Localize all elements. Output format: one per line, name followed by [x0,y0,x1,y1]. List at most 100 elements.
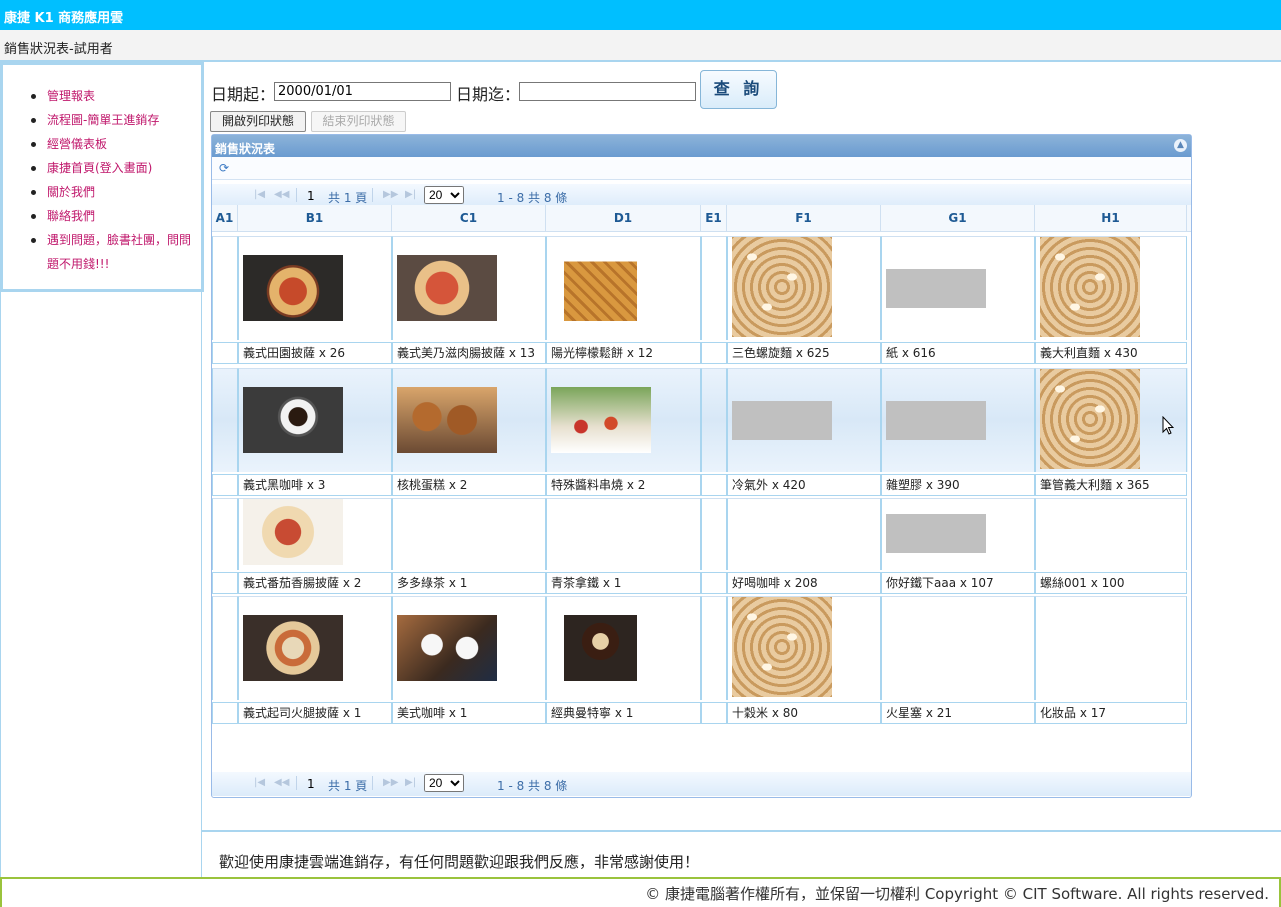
footer-divider [202,830,1281,832]
product-image-cell[interactable] [727,368,881,472]
table-cell [701,572,727,594]
sub-bar: 銷售狀況表-試用者 [0,30,1281,62]
last-page-icon[interactable]: ▶| [405,189,416,200]
column-headers: A1 B1 C1 D1 E1 F1 G1 H1 [212,205,1191,232]
sidebar-item-flowchart[interactable]: 流程圖-簡單王進銷存 [31,108,193,132]
date-from-input[interactable] [274,82,451,101]
product-label: 特殊醬料串燒 x 2 [546,474,701,496]
product-image-cell[interactable] [546,368,701,472]
col-header[interactable]: F1 [727,205,881,231]
table-cell [701,596,727,700]
product-thumbnail [732,597,832,697]
product-image-cell[interactable] [1035,596,1187,700]
product-image-cell[interactable] [881,498,1035,570]
col-header[interactable]: D1 [546,205,701,231]
col-header[interactable]: H1 [1035,205,1187,231]
product-label: 化妝品 x 17 [1035,702,1187,724]
product-label: 美式咖啡 x 1 [392,702,546,724]
product-image-cell[interactable] [392,368,546,472]
product-thumbnail [243,387,343,453]
sidebar-item-home[interactable]: 康捷首頁(登入畫面) [31,156,193,180]
product-image-cell[interactable] [881,236,1035,340]
product-label: 義式黑咖啡 x 3 [238,474,392,496]
product-image-cell[interactable] [392,498,546,570]
product-image-cell[interactable] [727,498,881,570]
record-info: 1 - 8 共 8 條 [497,191,568,205]
table-cell [701,342,727,364]
col-header[interactable]: G1 [881,205,1035,231]
product-image-cell[interactable] [392,236,546,340]
product-thumbnail [397,255,497,321]
product-image-cell[interactable] [238,498,392,570]
copyright-bar: © 康捷電腦著作權所有，並保留一切權利 Copyright © CIT Soft… [0,877,1281,907]
sidebar-item-about[interactable]: 關於我們 [31,180,193,204]
next-page-icon[interactable]: ▶▶ [383,777,398,788]
product-image-cell[interactable] [546,596,701,700]
product-image-cell[interactable] [881,368,1035,472]
table-cell [701,702,727,724]
print-on-button[interactable]: 開啟列印狀態 [210,111,306,132]
sidebar-item-contact[interactable]: 聯絡我們 [31,204,193,228]
col-header[interactable]: A1 [212,205,238,231]
page-size-select[interactable]: 20 [424,186,464,204]
product-thumbnail [243,615,343,681]
refresh-icon[interactable]: ⟳ [219,161,229,175]
product-image-cell[interactable] [238,236,392,340]
date-to-input[interactable] [519,82,696,101]
col-header[interactable]: E1 [701,205,727,231]
page-size-select[interactable]: 20 [424,774,464,792]
page-title: 銷售狀況表-試用者 [4,42,113,57]
product-label: 義式田園披薩 x 26 [238,342,392,364]
product-thumbnail [886,269,986,308]
page-total: 共 1 頁 [328,779,368,793]
col-header[interactable]: C1 [392,205,546,231]
query-button[interactable]: 查 詢 [700,70,777,109]
table-cell [701,368,727,472]
product-label: 筆管義大利麵 x 365 [1035,474,1187,496]
product-image-cell[interactable] [546,236,701,340]
page-number[interactable]: 1 [307,777,315,791]
table-cell [212,702,238,724]
product-image-cell[interactable] [238,368,392,472]
mouse-cursor-icon [1162,416,1174,435]
product-thumbnail [397,615,497,681]
col-header[interactable]: B1 [238,205,392,231]
table-cell [701,474,727,496]
product-image-cell[interactable] [727,236,881,340]
copyright-text: © 康捷電腦著作權所有，並保留一切權利 Copyright © CIT Soft… [645,885,1269,903]
left-divider [0,289,1,877]
product-label: 好喝咖啡 x 208 [727,572,881,594]
table-cell [212,342,238,364]
product-label: 經典曼特寧 x 1 [546,702,701,724]
product-image-cell[interactable] [1035,498,1187,570]
product-image-cell[interactable] [1035,236,1187,340]
sidebar-item-reports[interactable]: 管理報表 [31,84,193,108]
sidebar-item-dashboard[interactable]: 經營儀表板 [31,132,193,156]
first-page-icon[interactable]: |◀ [254,189,265,200]
product-image-cell[interactable] [727,596,881,700]
product-thumbnail [1040,237,1140,337]
product-image-cell[interactable] [238,596,392,700]
table-cell [701,498,727,570]
product-thumbnail [564,255,637,321]
product-image-cell[interactable] [392,596,546,700]
collapse-icon[interactable]: ▲ [1174,139,1187,152]
last-page-icon[interactable]: ▶| [405,777,416,788]
product-image-cell[interactable] [881,596,1035,700]
product-label: 義式美乃滋肉腸披薩 x 13 [392,342,546,364]
print-off-button[interactable]: 結束列印狀態 [311,111,406,132]
sidebar-item-facebook[interactable]: 遇到問題，臉書社團，問問題不用錢!!! [31,228,193,276]
prev-page-icon[interactable]: ◀◀ [274,189,289,200]
page-number[interactable]: 1 [307,189,315,203]
product-thumbnail [551,387,651,453]
next-page-icon[interactable]: ▶▶ [383,189,398,200]
first-page-icon[interactable]: |◀ [254,777,265,788]
product-label: 陽光檸檬鬆餅 x 12 [546,342,701,364]
product-thumbnail [886,401,986,440]
prev-page-icon[interactable]: ◀◀ [274,777,289,788]
product-label: 螺絲001 x 100 [1035,572,1187,594]
table-cell [212,236,238,340]
product-image-cell[interactable] [546,498,701,570]
product-label: 雜塑膠 x 390 [881,474,1035,496]
grid-toolbar: ⟳ [212,157,1191,180]
